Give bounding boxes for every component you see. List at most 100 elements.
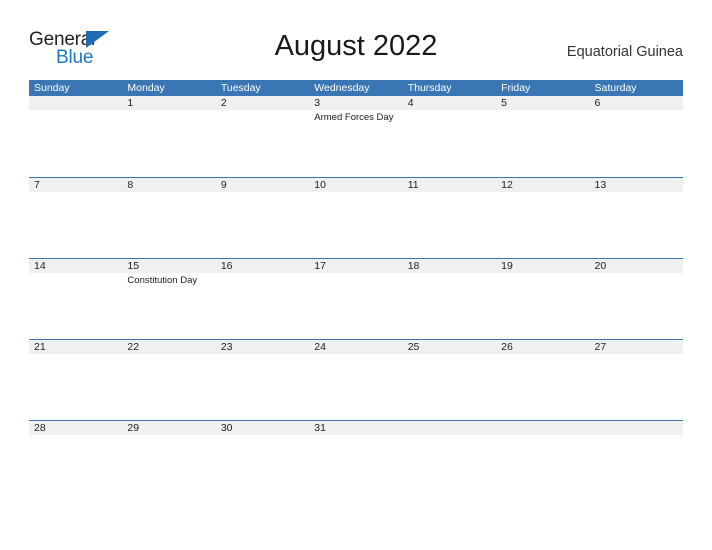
day-cell[interactable]: 30 bbox=[216, 421, 309, 502]
day-cell[interactable]: 21 bbox=[29, 340, 122, 421]
day-event bbox=[408, 354, 496, 356]
day-event bbox=[314, 192, 402, 194]
day-cell[interactable]: 27 bbox=[590, 340, 683, 421]
day-cell[interactable]: 23 bbox=[216, 340, 309, 421]
day-event bbox=[595, 435, 683, 437]
day-number: 27 bbox=[594, 341, 607, 353]
day-cell[interactable] bbox=[403, 421, 496, 502]
weekday-header-wednesday: Wednesday bbox=[314, 82, 370, 94]
day-number: 6 bbox=[594, 97, 601, 109]
weekday-header-thursday: Thursday bbox=[407, 82, 452, 94]
weekday-header-friday: Friday bbox=[501, 82, 531, 94]
day-cell[interactable]: 16 bbox=[216, 259, 309, 340]
day-cell[interactable]: 11 bbox=[403, 178, 496, 259]
weekday-header-saturday: Saturday bbox=[594, 82, 637, 94]
weekday-header-tuesday: Tuesday bbox=[220, 82, 261, 94]
day-event bbox=[314, 354, 402, 356]
day-cell[interactable]: 19 bbox=[496, 259, 589, 340]
day-number: 20 bbox=[594, 260, 607, 272]
day-event bbox=[595, 110, 683, 112]
day-event bbox=[34, 354, 122, 356]
day-number: 7 bbox=[34, 179, 40, 191]
day-event bbox=[127, 192, 215, 194]
day-cell[interactable]: 25 bbox=[403, 340, 496, 421]
day-event bbox=[127, 110, 215, 112]
page-header: General Blue August 2022 Equatorial Guin… bbox=[0, 0, 712, 78]
day-cell[interactable]: 15 Constitution Day bbox=[122, 259, 215, 340]
day-event bbox=[595, 273, 683, 275]
day-cell[interactable]: 13 bbox=[590, 178, 683, 259]
day-cell[interactable]: 1 bbox=[122, 96, 215, 177]
day-event: Armed Forces Day bbox=[314, 112, 394, 123]
day-number: 11 bbox=[407, 179, 419, 191]
day-cell[interactable] bbox=[590, 421, 683, 502]
weekday-header-row: Sunday Monday Tuesday Wednesday Thursday… bbox=[29, 80, 683, 96]
day-event bbox=[34, 435, 122, 437]
day-cell[interactable]: 29 bbox=[122, 421, 215, 502]
day-cell[interactable]: 12 bbox=[496, 178, 589, 259]
day-event bbox=[221, 354, 309, 356]
day-cell[interactable]: 20 bbox=[590, 259, 683, 340]
day-cell[interactable]: 28 bbox=[29, 421, 122, 502]
day-cell[interactable]: 7 bbox=[29, 178, 122, 259]
day-event bbox=[221, 435, 309, 437]
calendar-page: General Blue August 2022 Equatorial Guin… bbox=[0, 0, 712, 550]
day-cell[interactable]: 18 bbox=[403, 259, 496, 340]
day-number: 5 bbox=[501, 97, 507, 109]
day-cell[interactable]: 22 bbox=[122, 340, 215, 421]
day-event bbox=[501, 110, 589, 112]
day-number: 23 bbox=[220, 341, 233, 353]
day-number: 17 bbox=[314, 260, 326, 272]
day-number: 30 bbox=[220, 422, 233, 434]
day-event bbox=[127, 435, 215, 437]
day-number: 3 bbox=[314, 97, 321, 109]
day-number: 12 bbox=[501, 179, 513, 191]
day-cell[interactable]: 24 bbox=[309, 340, 402, 421]
day-number: 15 bbox=[127, 260, 140, 272]
day-event bbox=[314, 435, 402, 437]
day-cell[interactable]: 5 bbox=[496, 96, 589, 177]
day-number: 2 bbox=[220, 97, 227, 109]
day-cell[interactable]: 6 bbox=[590, 96, 683, 177]
day-number: 4 bbox=[407, 97, 414, 109]
day-event bbox=[501, 273, 589, 275]
calendar-week-row: 14 15 Constitution Day 16 17 18 19 20 bbox=[29, 258, 683, 339]
day-event bbox=[408, 192, 496, 194]
day-event bbox=[314, 273, 402, 275]
day-cell[interactable]: 9 bbox=[216, 178, 309, 259]
day-number: 26 bbox=[501, 341, 513, 353]
day-number: 22 bbox=[127, 341, 140, 353]
day-event bbox=[221, 273, 309, 275]
day-cell[interactable]: 8 bbox=[122, 178, 215, 259]
day-number: 8 bbox=[127, 179, 134, 191]
day-number: 29 bbox=[127, 422, 140, 434]
day-number: 14 bbox=[34, 260, 46, 272]
day-cell[interactable] bbox=[496, 421, 589, 502]
day-number: 25 bbox=[407, 341, 420, 353]
weekday-header-monday: Monday bbox=[127, 82, 165, 94]
day-event bbox=[595, 192, 683, 194]
day-cell[interactable]: 17 bbox=[309, 259, 402, 340]
day-number: 10 bbox=[314, 179, 326, 191]
day-cell[interactable]: 4 bbox=[403, 96, 496, 177]
day-event bbox=[221, 192, 309, 194]
weekday-header-sunday: Sunday bbox=[34, 82, 70, 94]
day-event bbox=[501, 354, 589, 356]
day-event bbox=[34, 192, 122, 194]
day-event bbox=[501, 192, 589, 194]
day-number: 13 bbox=[594, 179, 607, 191]
day-cell[interactable]: 10 bbox=[309, 178, 402, 259]
day-event bbox=[34, 273, 122, 275]
day-cell[interactable]: 3 Armed Forces Day bbox=[309, 96, 402, 177]
day-cell[interactable]: 31 bbox=[309, 421, 402, 502]
country-label: Equatorial Guinea bbox=[566, 44, 683, 60]
day-number: 19 bbox=[501, 260, 513, 272]
day-number: 18 bbox=[407, 260, 420, 272]
day-event bbox=[127, 354, 215, 356]
day-cell[interactable]: 14 bbox=[29, 259, 122, 340]
day-cell[interactable]: 26 bbox=[496, 340, 589, 421]
day-number: 16 bbox=[220, 260, 233, 272]
day-cell[interactable]: 2 bbox=[216, 96, 309, 177]
day-cell[interactable] bbox=[29, 96, 122, 177]
day-event bbox=[595, 354, 683, 356]
